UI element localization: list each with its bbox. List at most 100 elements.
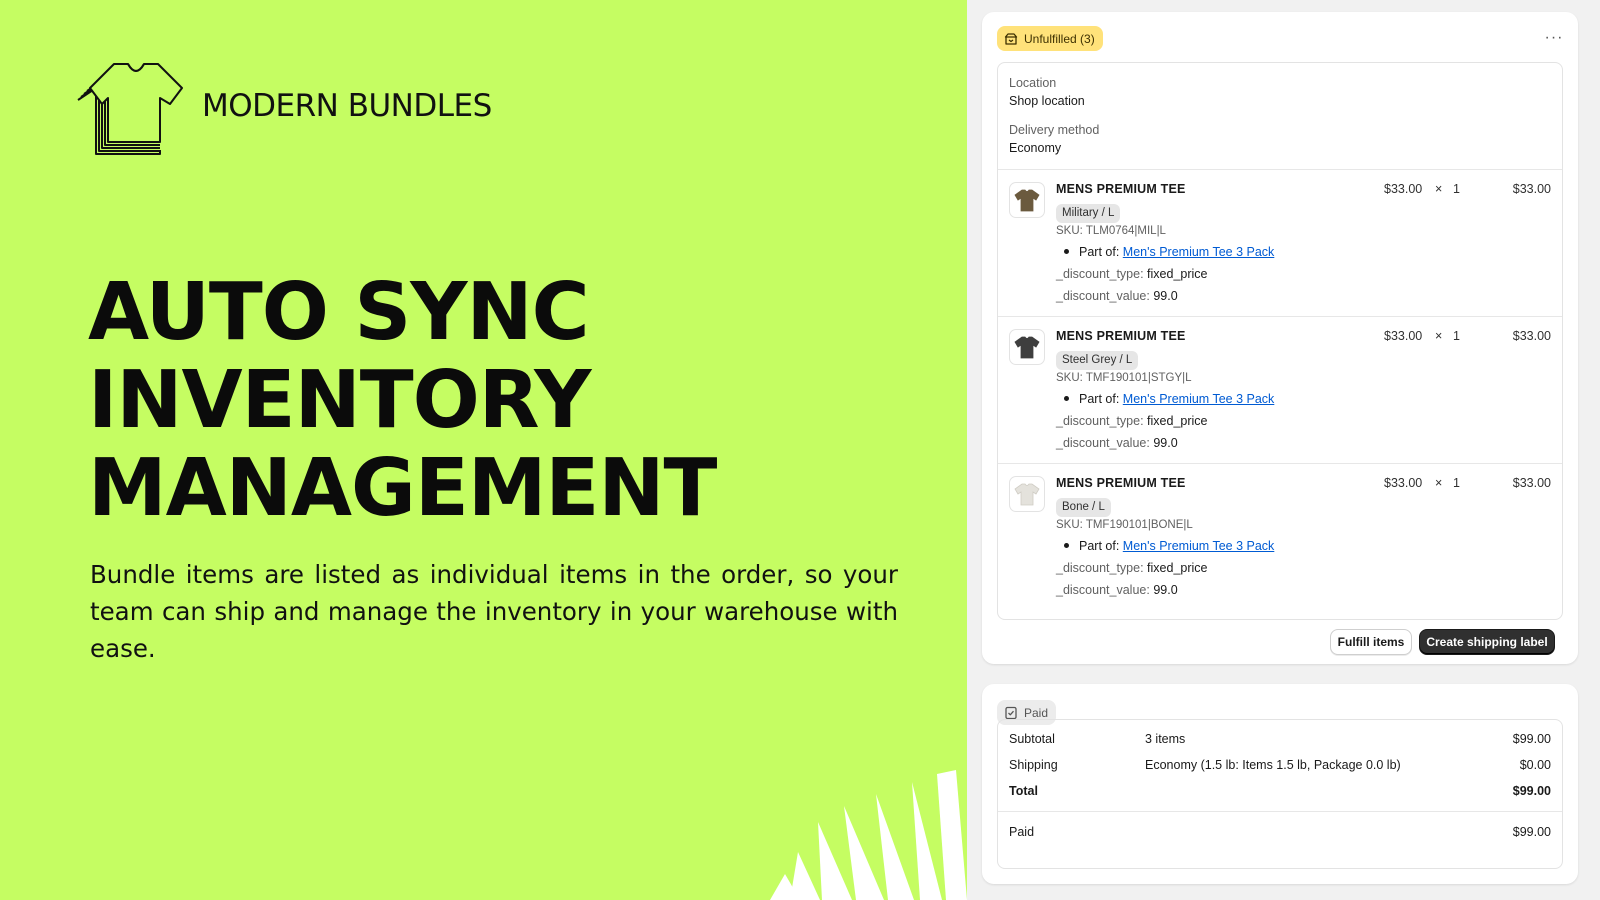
discount-type-key: _discount_type: [1056, 267, 1144, 281]
product-sku: SKU: TMF190101|STGY|L [1056, 372, 1192, 384]
discount-value-key: _discount_value: [1056, 436, 1150, 450]
order-panel: Unfulfilled (3) ··· Location Shop locati… [967, 0, 1600, 900]
bundle-part-of: Part of: Men's Premium Tee 3 Pack [1064, 245, 1274, 259]
quantity: 1 [1453, 182, 1460, 196]
product-name: MENS PREMIUM TEE [1056, 182, 1186, 196]
multiply-sign: × [1435, 182, 1443, 196]
headline-line-3: MANAGEMENT [88, 442, 717, 534]
discount-value-key: _discount_value: [1056, 289, 1150, 303]
discount-value-value: 99.0 [1153, 583, 1178, 597]
payment-summary: Subtotal 3 items $99.00 Shipping Economy… [997, 719, 1563, 869]
receipt-check-icon [1005, 706, 1017, 719]
discount-type-key: _discount_type: [1056, 414, 1144, 428]
package-icon [1004, 32, 1018, 45]
paid-amount: $99.00 [1512, 825, 1551, 839]
total-amount: $99.00 [1512, 784, 1551, 798]
bundle-link[interactable]: Men's Premium Tee 3 Pack [1123, 539, 1275, 553]
discount-type-value: fixed_price [1147, 561, 1208, 575]
product-name: MENS PREMIUM TEE [1056, 329, 1186, 343]
part-of-label: Part of: [1079, 245, 1120, 259]
shipping-amount: $0.00 [1519, 758, 1551, 772]
discount-value-row: _discount_value: 99.0 [1056, 583, 1178, 597]
product-thumbnail[interactable] [1009, 182, 1045, 218]
unit-price: $33.00 [1384, 476, 1423, 490]
headline: AUTO SYNC INVENTORY MANAGEMENT [88, 268, 948, 532]
discount-type-key: _discount_type: [1056, 561, 1144, 575]
headline-line-2: INVENTORY [88, 354, 592, 446]
brand-logo: MODERN BUNDLES [74, 54, 492, 158]
discount-value-key: _discount_value: [1056, 583, 1150, 597]
discount-value-value: 99.0 [1153, 289, 1178, 303]
variant-badge: Military / L [1056, 204, 1121, 223]
payment-card: Paid Subtotal 3 items $99.00 Shipping Ec… [982, 684, 1578, 884]
subtotal-amount: $99.00 [1512, 732, 1551, 746]
variant-badge: Steel Grey / L [1056, 351, 1139, 370]
discount-type-value: fixed_price [1147, 267, 1208, 281]
delivery-method-label: Delivery method [1009, 123, 1100, 137]
delivery-method-value: Economy [1009, 141, 1062, 155]
paid-badge-label: Paid [1024, 705, 1049, 720]
discount-value-row: _discount_value: 99.0 [1056, 289, 1178, 303]
variant-badge: Bone / L [1056, 498, 1111, 517]
location-value: Shop location [1009, 94, 1085, 108]
multiply-sign: × [1435, 476, 1443, 490]
bundle-part-of: Part of: Men's Premium Tee 3 Pack [1064, 539, 1274, 553]
product-sku: SKU: TLM0764|MIL|L [1056, 225, 1166, 237]
part-of-label: Part of: [1079, 539, 1120, 553]
shipping-row: Shipping Economy (1.5 lb: Items 1.5 lb, … [1009, 758, 1551, 776]
line-total: $33.00 [1512, 182, 1551, 196]
part-of-label: Part of: [1079, 392, 1120, 406]
product-sku: SKU: TMF190101|BONE|L [1056, 519, 1193, 531]
stacked-tshirt-icon [77, 63, 183, 155]
brand-name: MODERN BUNDLES [202, 88, 492, 124]
subtotal-desc: 3 items [1145, 732, 1186, 746]
hero-section: MODERN BUNDLES AUTO SYNC INVENTORY MANAG… [0, 0, 967, 900]
subtotal-label: Subtotal [1009, 732, 1055, 746]
tshirt-icon [1014, 189, 1040, 212]
unfulfilled-badge: Unfulfilled (3) [997, 26, 1103, 51]
line-item: MENS PREMIUM TEE Bone / L SKU: TMF190101… [998, 464, 1562, 611]
quantity: 1 [1453, 476, 1460, 490]
discount-value-row: _discount_value: 99.0 [1056, 436, 1178, 450]
tshirt-icon [1014, 483, 1040, 506]
bundle-link[interactable]: Men's Premium Tee 3 Pack [1123, 392, 1275, 406]
hero-subtext: Bundle items are listed as individual it… [90, 560, 898, 663]
discount-value-value: 99.0 [1153, 436, 1178, 450]
paid-row: Paid $99.00 [1009, 825, 1551, 843]
fulfill-items-button[interactable]: Fulfill items [1330, 629, 1412, 655]
headline-line-1: AUTO SYNC [88, 266, 590, 358]
line-total: $33.00 [1512, 476, 1551, 490]
discount-type-row: _discount_type: fixed_price [1056, 267, 1208, 281]
line-item: MENS PREMIUM TEE Military / L SKU: TLM07… [998, 170, 1562, 317]
discount-type-row: _discount_type: fixed_price [1056, 561, 1208, 575]
fulfillment-meta: Location Shop location Delivery method E… [998, 63, 1562, 170]
unit-price: $33.00 [1384, 329, 1423, 343]
product-thumbnail[interactable] [1009, 329, 1045, 365]
line-item: MENS PREMIUM TEE Steel Grey / L SKU: TMF… [998, 317, 1562, 464]
fulfillment-card: Unfulfilled (3) ··· Location Shop locati… [982, 12, 1578, 664]
line-total: $33.00 [1512, 329, 1551, 343]
total-row: Total $99.00 [1009, 784, 1551, 802]
unit-price: $33.00 [1384, 182, 1423, 196]
multiply-sign: × [1435, 329, 1443, 343]
create-shipping-label-button[interactable]: Create shipping label [1419, 629, 1555, 655]
paid-label: Paid [1009, 825, 1035, 839]
discount-type-row: _discount_type: fixed_price [1056, 414, 1208, 428]
shipping-label: Shipping [1009, 758, 1058, 772]
subtotal-row: Subtotal 3 items $99.00 [1009, 732, 1551, 750]
discount-type-value: fixed_price [1147, 414, 1208, 428]
unfulfilled-badge-label: Unfulfilled (3) [1024, 31, 1095, 46]
fulfillment-details: Location Shop location Delivery method E… [997, 62, 1563, 620]
bundle-part-of: Part of: Men's Premium Tee 3 Pack [1064, 392, 1274, 406]
product-name: MENS PREMIUM TEE [1056, 476, 1186, 490]
bundle-link[interactable]: Men's Premium Tee 3 Pack [1123, 245, 1275, 259]
summary-divider [998, 811, 1562, 812]
quantity: 1 [1453, 329, 1460, 343]
product-thumbnail[interactable] [1009, 476, 1045, 512]
tshirt-icon [1014, 336, 1040, 359]
decorative-rays-icon [770, 770, 967, 900]
shipping-desc: Economy (1.5 lb: Items 1.5 lb, Package 0… [1145, 758, 1401, 772]
total-label: Total [1009, 784, 1038, 798]
more-actions-icon[interactable]: ··· [1544, 28, 1564, 48]
location-label: Location [1009, 76, 1057, 90]
